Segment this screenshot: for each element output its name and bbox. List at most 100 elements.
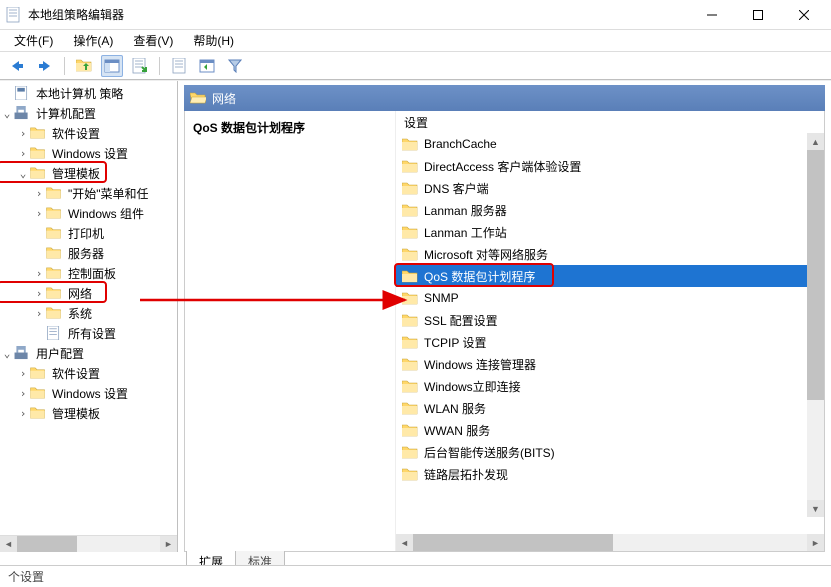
list-item-bits[interactable]: 后台智能传送服务(BITS)	[396, 441, 824, 463]
close-button[interactable]	[781, 0, 827, 30]
expand-icon[interactable]: ›	[16, 147, 30, 160]
list-horizontal-scrollbar[interactable]: ◄ ►	[396, 534, 824, 551]
folder-icon	[402, 202, 418, 218]
collapse-icon[interactable]: ⌄	[16, 167, 30, 180]
toolbar	[0, 52, 831, 80]
maximize-button[interactable]	[735, 0, 781, 30]
show-hide-tree-button[interactable]	[101, 55, 123, 77]
list-item-tcpip[interactable]: TCPIP 设置	[396, 331, 824, 353]
folder-icon	[30, 145, 46, 161]
expand-icon[interactable]: ›	[16, 407, 30, 420]
list-item-snmp[interactable]: SNMP	[396, 287, 824, 309]
tree-node-u-admin[interactable]: ›管理模板	[0, 403, 177, 423]
properties-button[interactable]	[168, 55, 190, 77]
scroll-up-button[interactable]: ▲	[807, 133, 824, 150]
list-item-wcn[interactable]: Windows立即连接	[396, 375, 824, 397]
menu-action[interactable]: 操作(A)	[63, 30, 123, 51]
tree-node-admin-tmpl[interactable]: ⌄管理模板	[0, 163, 177, 183]
tree-node-u-win[interactable]: ›Windows 设置	[0, 383, 177, 403]
list-item-lltd[interactable]: 链路层拓扑发现	[396, 463, 824, 485]
list-vertical-scrollbar[interactable]: ▲ ▼	[807, 133, 824, 517]
expand-icon[interactable]: ›	[32, 307, 46, 320]
main-area: 本地计算机 策略⌄计算机配置›软件设置›Windows 设置⌄管理模板›"开始"…	[0, 80, 831, 552]
sheet-icon	[46, 325, 62, 341]
folder-icon	[402, 356, 418, 372]
forward-button[interactable]	[34, 55, 56, 77]
scroll-right-button[interactable]: ►	[160, 536, 177, 552]
up-level-button[interactable]	[73, 55, 95, 77]
list-scroll-left-button[interactable]: ◄	[396, 534, 413, 551]
menu-view[interactable]: 查看(V)	[123, 30, 183, 51]
tree-node-printers[interactable]: 打印机	[0, 223, 177, 243]
tree-horizontal-scrollbar[interactable]: ◄ ►	[0, 535, 177, 552]
column-header-setting[interactable]: 设置	[396, 111, 824, 133]
scroll-left-button[interactable]: ◄	[0, 536, 17, 552]
expand-icon[interactable]: ›	[32, 187, 46, 200]
tree-node-user-cfg[interactable]: ⌄ 用户配置	[0, 343, 177, 363]
help-toolbar-button[interactable]	[196, 55, 218, 77]
tree-node-u-sw[interactable]: ›软件设置	[0, 363, 177, 383]
window-title: 本地组策略编辑器	[28, 6, 124, 23]
tree-node-system[interactable]: › 系统	[0, 303, 177, 323]
folder-icon	[402, 400, 418, 416]
list-item-label: 后台智能传送服务(BITS)	[424, 444, 555, 461]
scroll-down-button[interactable]: ▼	[807, 500, 824, 517]
export-list-button[interactable]	[129, 55, 151, 77]
tree-node-root[interactable]: 本地计算机 策略	[0, 83, 177, 103]
folder-icon	[402, 158, 418, 174]
settings-list[interactable]: BranchCacheDirectAccess 客户端体验设置 DNS 客户端 La…	[396, 133, 824, 534]
expand-icon[interactable]: ›	[32, 207, 46, 220]
tree-node-start-menu[interactable]: ›"开始"菜单和任	[0, 183, 177, 203]
minimize-button[interactable]	[689, 0, 735, 30]
folder-icon	[46, 285, 62, 301]
menu-file[interactable]: 文件(F)	[4, 30, 63, 51]
list-item-qos[interactable]: QoS 数据包计划程序	[396, 265, 824, 287]
list-item-p2p[interactable]: Microsoft 对等网络服务	[396, 243, 824, 265]
list-item-wwan[interactable]: WWAN 服务	[396, 419, 824, 441]
tree-node-ctrlpanel[interactable]: ›控制面板	[0, 263, 177, 283]
folder-icon	[46, 245, 62, 261]
list-item-branchcache[interactable]: BranchCache	[396, 133, 824, 155]
list-item-dns[interactable]: DNS 客户端	[396, 177, 824, 199]
list-item-label: WWAN 服务	[424, 422, 490, 439]
config-icon	[14, 345, 30, 361]
collapse-icon[interactable]: ⌄	[0, 107, 14, 120]
tree-node-label: 软件设置	[50, 125, 102, 142]
detail-heading: QoS 数据包计划程序	[193, 121, 305, 135]
tree-node-label: 系统	[66, 305, 94, 322]
filter-button[interactable]	[224, 55, 246, 77]
expand-icon[interactable]: ›	[32, 267, 46, 280]
tree-node-label: 所有设置	[66, 325, 118, 342]
expand-icon[interactable]: ›	[16, 387, 30, 400]
tree-node-sw-settings[interactable]: › 软件设置	[0, 123, 177, 143]
expand-icon[interactable]: ›	[16, 127, 30, 140]
list-item-directaccess[interactable]: DirectAccess 客户端体验设置	[396, 155, 824, 177]
list-item-lanman-srv[interactable]: Lanman 服务器	[396, 199, 824, 221]
menu-help[interactable]: 帮助(H)	[183, 30, 244, 51]
tree-node-network[interactable]: ›网络	[0, 283, 177, 303]
folder-icon	[402, 466, 418, 482]
tree-node-servers[interactable]: 服务器	[0, 243, 177, 263]
folder-icon	[46, 205, 62, 221]
list-item-label: Lanman 服务器	[424, 202, 507, 219]
list-item-wincm[interactable]: Windows 连接管理器	[396, 353, 824, 375]
list-item-lanman-ws[interactable]: Lanman 工作站	[396, 221, 824, 243]
tree-node-label: 用户配置	[34, 345, 86, 362]
tree-node-label: 计算机配置	[34, 105, 98, 122]
tree-node-win-settings[interactable]: ›Windows 设置	[0, 143, 177, 163]
list-item-ssl[interactable]: SSL 配置设置	[396, 309, 824, 331]
collapse-icon[interactable]: ⌄	[0, 347, 14, 360]
folder-icon	[402, 136, 418, 152]
tree-pane: 本地计算机 策略⌄计算机配置›软件设置›Windows 设置⌄管理模板›"开始"…	[0, 81, 178, 552]
list-item-label: TCPIP 设置	[424, 334, 486, 351]
tree-view[interactable]: 本地计算机 策略⌄计算机配置›软件设置›Windows 设置⌄管理模板›"开始"…	[0, 81, 177, 535]
tree-node-all-settings[interactable]: 所有设置	[0, 323, 177, 343]
expand-icon[interactable]: ›	[32, 287, 46, 300]
tree-node-win-comp[interactable]: ›Windows 组件	[0, 203, 177, 223]
expand-icon[interactable]: ›	[16, 367, 30, 380]
list-scroll-right-button[interactable]: ►	[807, 534, 824, 551]
tree-node-computer-cfg[interactable]: ⌄ 计算机配置	[0, 103, 177, 123]
back-button[interactable]	[6, 55, 28, 77]
list-item-label: DNS 客户端	[424, 180, 489, 197]
list-item-wlan[interactable]: WLAN 服务	[396, 397, 824, 419]
